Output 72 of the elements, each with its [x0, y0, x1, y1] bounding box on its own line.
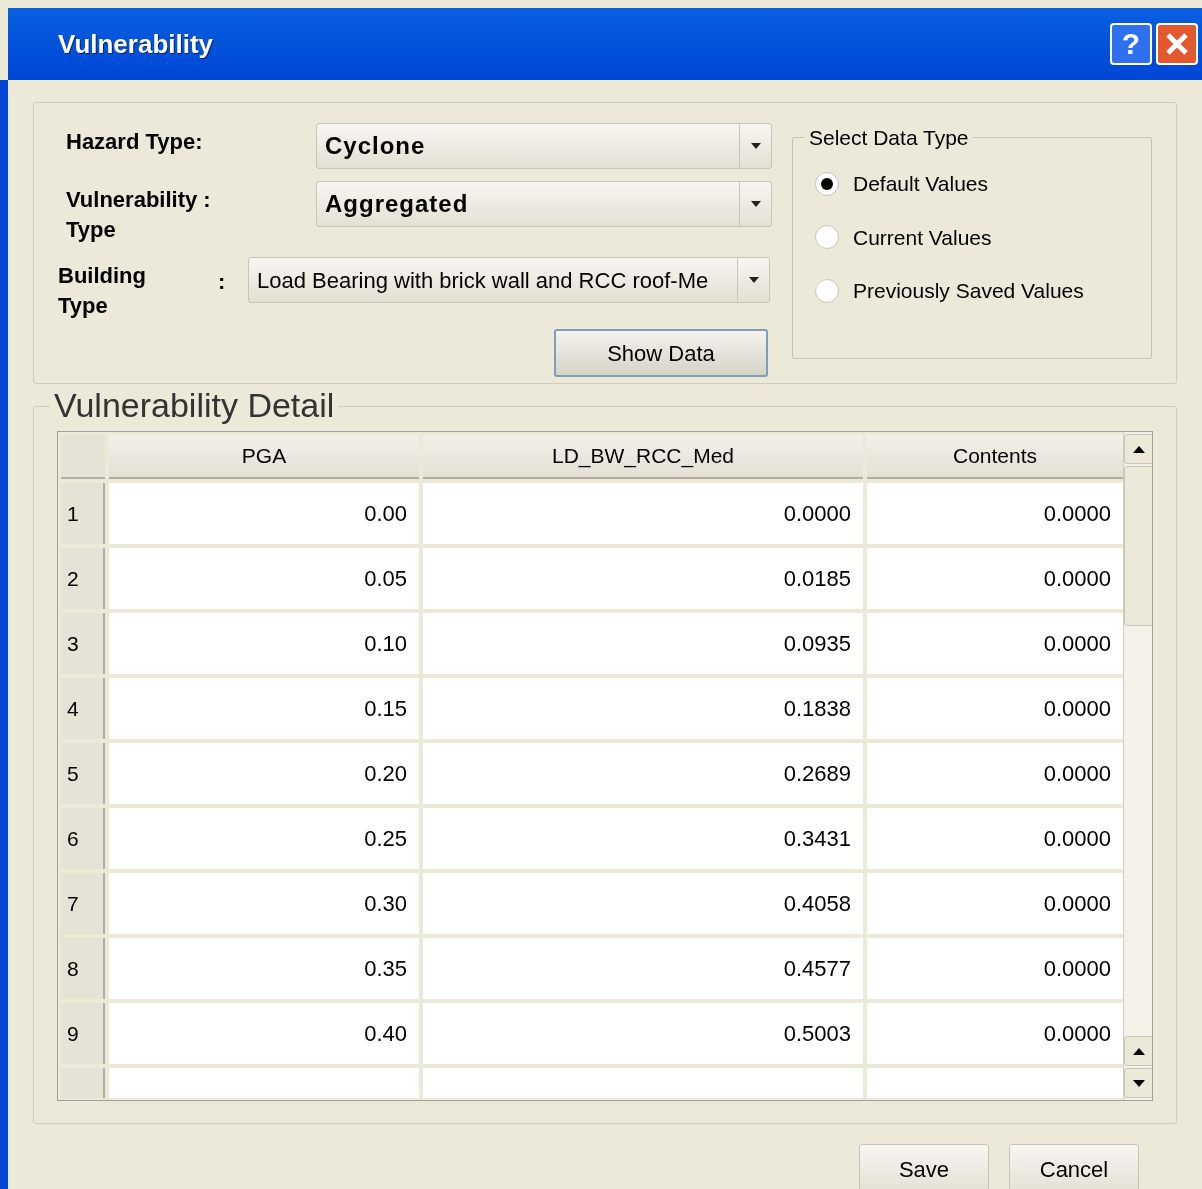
dialog-button[interactable]: Save [859, 1144, 989, 1189]
radio-label: Default Values [853, 171, 989, 197]
row-header: 2 [61, 548, 105, 609]
column-header: Contents [867, 435, 1123, 479]
table-cell: 0.0000 [867, 483, 1123, 544]
field-label: Hazard Type: [65, 128, 204, 156]
dropdown-value: Aggregated [324, 189, 470, 219]
table-cell: 0.5003 [423, 1003, 863, 1064]
table-cell: 0.40 [109, 1003, 419, 1064]
table-cell: 0.0000 [867, 743, 1123, 804]
close-button[interactable] [1156, 23, 1198, 65]
row-header [61, 1068, 105, 1098]
table-cell: 0.00 [109, 483, 419, 544]
table-cell: 0.0000 [867, 873, 1123, 934]
table-cell: 0.35 [109, 938, 419, 999]
field-label: Building Type [58, 262, 147, 320]
table-cell: 0.0000 [867, 613, 1123, 674]
scroll-up-icon[interactable] [1124, 434, 1152, 464]
dropdown[interactable]: Cyclone [316, 123, 772, 169]
table-cell: 0.0185 [423, 548, 863, 609]
table-cell: 0.0000 [867, 1003, 1123, 1064]
dropdown-value: Cyclone [324, 131, 427, 161]
table-cell: 0.20 [109, 743, 419, 804]
radio-button[interactable] [815, 225, 839, 250]
window-title: Vulnerability [58, 27, 215, 61]
table-cell: 0.0000 [867, 548, 1123, 609]
table-cell: 0.0000 [423, 483, 863, 544]
table-cell: 0.1838 [423, 678, 863, 739]
show-data-button[interactable]: Show Data [554, 329, 768, 377]
scrollbar[interactable] [1123, 432, 1152, 1100]
table-cell: 0.0000 [867, 678, 1123, 739]
radio-button[interactable] [815, 278, 839, 303]
radio-button[interactable] [815, 171, 839, 196]
row-header: 1 [61, 483, 105, 544]
close-icon [1165, 32, 1189, 56]
radio-label: Previously Saved Values [853, 278, 1084, 304]
row-header: 6 [61, 808, 105, 869]
table-cell: 0.0935 [423, 613, 863, 674]
field-label: Vulnerability : Type [65, 186, 212, 244]
dropdown[interactable]: Aggregated [316, 181, 772, 227]
table-cell: 0.15 [109, 678, 419, 739]
dropdown-value: Load Bearing with brick wall and RCC roof-Me [256, 266, 710, 295]
table-cell: 0.0000 [867, 938, 1123, 999]
row-header: 5 [61, 743, 105, 804]
help-button[interactable]: ? [1110, 23, 1152, 65]
table-cell: 0.0000 [867, 808, 1123, 869]
table-cell: 0.30 [109, 873, 419, 934]
dropdown-caret-icon [748, 277, 759, 283]
table-cell: 0.10 [109, 613, 419, 674]
scroll-up-icon[interactable] [1124, 1036, 1152, 1066]
dropdown-caret-icon [750, 143, 761, 149]
row-header: 4 [61, 678, 105, 739]
column-header: LD_BW_RCC_Med [423, 435, 863, 479]
column-header: PGA [109, 435, 419, 479]
dropdown[interactable]: Load Bearing with brick wall and RCC roof-Me [248, 257, 770, 303]
radio-label: Current Values [853, 224, 992, 251]
table-cell: 0.2689 [423, 743, 863, 804]
table-cell: 0.05 [109, 548, 419, 609]
scroll-down-icon[interactable] [1124, 1068, 1152, 1098]
table-cell: 0.4577 [423, 938, 863, 999]
row-header: 7 [61, 873, 105, 934]
dialog-button[interactable]: Cancel [1009, 1144, 1139, 1189]
row-header: 3 [61, 613, 105, 674]
scroll-thumb[interactable] [1124, 466, 1152, 626]
row-header: 8 [61, 938, 105, 999]
table-cell: 0.3431 [423, 808, 863, 869]
corner-header [61, 435, 105, 479]
field-separator: : [218, 268, 227, 296]
table-cell: 0.4058 [423, 873, 863, 934]
row-header: 9 [61, 1003, 105, 1064]
table-cell: 0.25 [109, 808, 419, 869]
dropdown-caret-icon [750, 201, 761, 207]
